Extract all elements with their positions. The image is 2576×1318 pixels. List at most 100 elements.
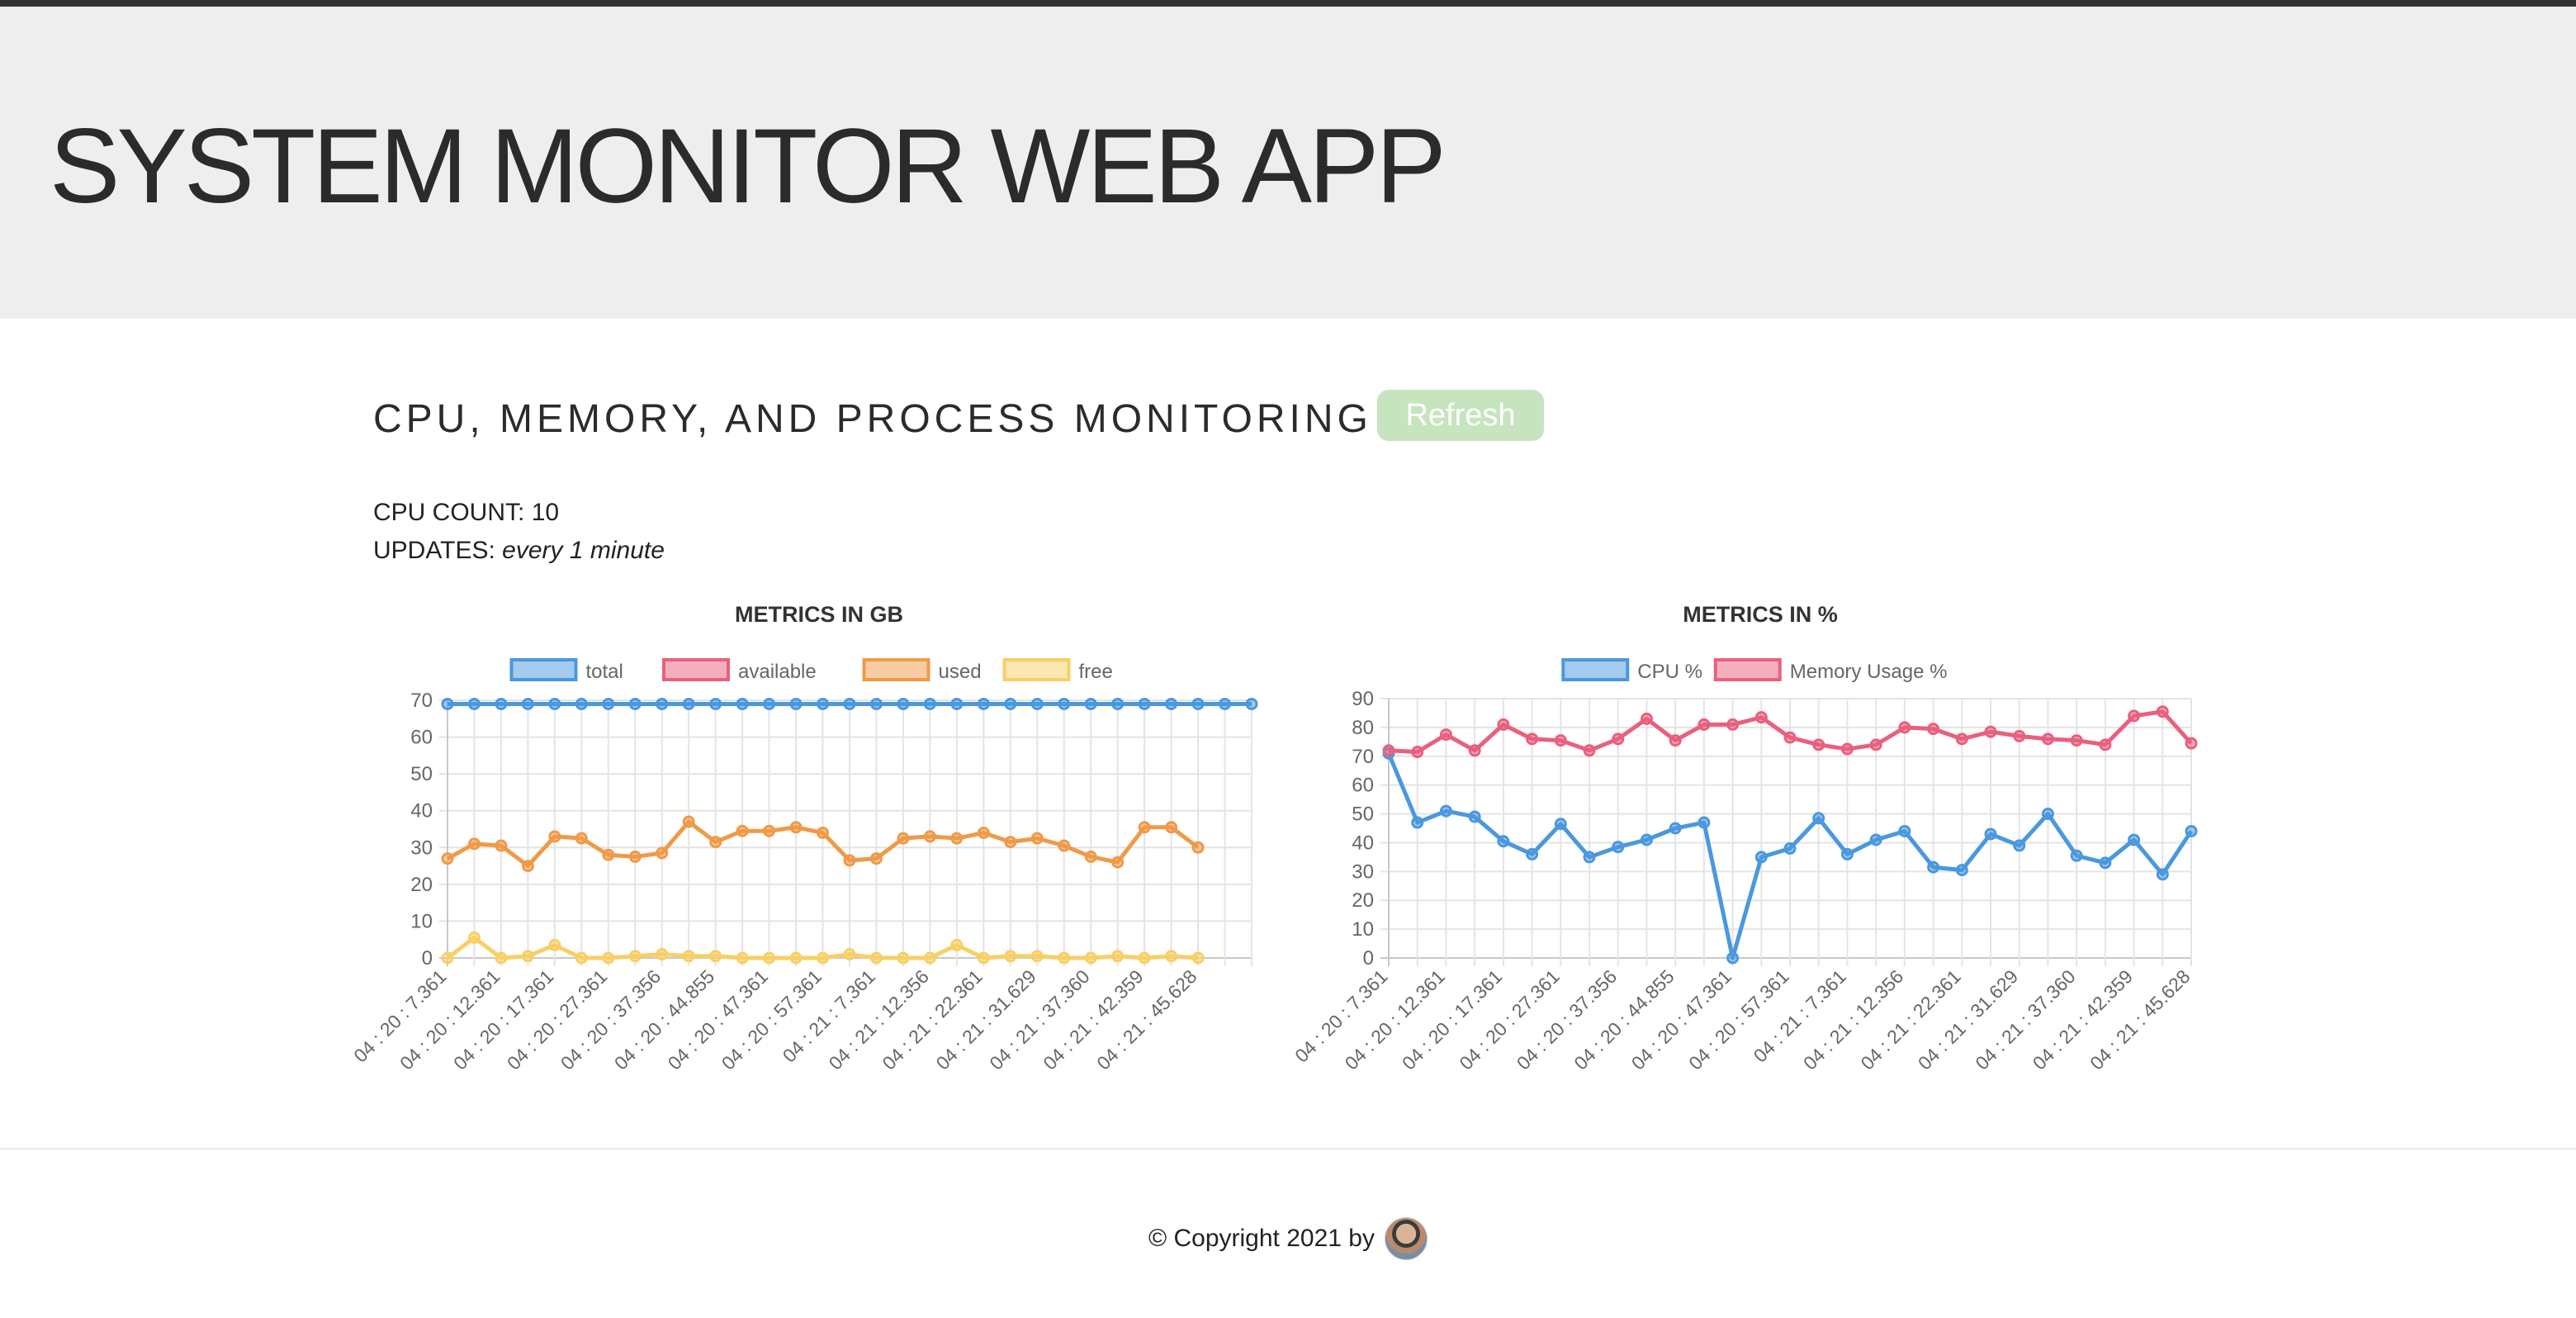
data-point — [1812, 738, 1825, 751]
y-tick-label: 10 — [1352, 918, 1374, 941]
data-point — [628, 850, 642, 863]
footer-divider — [0, 1148, 2576, 1150]
data-point — [950, 832, 964, 845]
data-point — [2156, 868, 2169, 881]
data-point — [2128, 833, 2141, 846]
data-point — [1612, 732, 1625, 746]
x-tick-label: 04 : 21 : 31.629 — [1914, 965, 2022, 1074]
data-point — [843, 854, 856, 867]
data-point — [1111, 856, 1125, 869]
data-point — [656, 948, 669, 961]
data-point — [1165, 821, 1178, 834]
legend-label: CPU % — [1637, 661, 1702, 683]
footer: © Copyright 2021 by — [0, 1214, 2576, 1263]
data-point — [709, 836, 722, 849]
data-point — [2070, 734, 2083, 747]
data-point — [521, 860, 534, 873]
data-point — [656, 846, 669, 860]
refresh-button[interactable]: Refresh — [1377, 390, 1544, 441]
data-point — [1783, 842, 1797, 855]
x-tick-label: 04 : 20 : 7.361 — [349, 965, 450, 1066]
x-tick-label: 04 : 20 : 57.361 — [717, 965, 826, 1074]
y-tick-label: 40 — [410, 800, 433, 823]
data-point — [1726, 951, 1740, 965]
avatar[interactable] — [1384, 1217, 1428, 1260]
data-point — [843, 948, 856, 961]
data-point — [1165, 950, 1178, 963]
data-point — [602, 951, 615, 965]
x-tick-label: 04 : 20 : 12.361 — [395, 965, 504, 1074]
data-point — [656, 697, 669, 710]
data-point — [1526, 847, 1539, 860]
data-point — [1497, 718, 1510, 731]
legend-label: Memory Usage % — [1790, 661, 1948, 683]
y-tick-label: 90 — [1352, 688, 1374, 710]
data-point — [2185, 737, 2198, 750]
data-point — [1030, 950, 1044, 963]
data-point — [521, 950, 534, 963]
series-line — [446, 935, 1199, 960]
y-tick-label: 30 — [1352, 860, 1374, 883]
data-point — [682, 950, 695, 963]
data-point — [1382, 744, 1395, 757]
legend-label: available — [738, 661, 817, 683]
x-tick-label: 04 : 20 : 57.361 — [1684, 965, 1792, 1074]
data-point — [1411, 746, 1424, 759]
data-point — [2156, 705, 2169, 718]
data-point — [628, 697, 642, 710]
data-point — [1439, 728, 1452, 742]
data-point — [602, 697, 615, 710]
data-point — [977, 951, 990, 965]
x-tick-label: 04 : 21 : 45.628 — [2086, 965, 2194, 1074]
legend-swatch — [662, 658, 730, 681]
data-point — [521, 697, 534, 710]
data-point — [923, 830, 936, 843]
data-point — [1927, 860, 1940, 874]
data-point — [1754, 851, 1768, 864]
legend-label: used — [939, 661, 982, 683]
data-point — [441, 852, 454, 865]
data-point — [1030, 832, 1044, 845]
legend-swatch — [509, 658, 578, 681]
legend-label: free — [1079, 661, 1113, 683]
data-point — [789, 951, 803, 965]
data-point — [495, 951, 508, 965]
data-point — [548, 938, 561, 951]
data-point — [843, 697, 856, 710]
data-point — [1004, 950, 1017, 963]
x-tick-label: 04 : 21 : 37.360 — [1971, 965, 2079, 1074]
data-point — [1138, 951, 1151, 965]
x-tick-label: 04 : 20 : 12.361 — [1341, 965, 1449, 1074]
y-tick-label: 20 — [1352, 889, 1374, 912]
data-point — [1726, 718, 1740, 731]
copyright-text: © Copyright 2021 by — [1148, 1225, 1375, 1252]
updates-value: every 1 minute — [502, 537, 665, 564]
data-point — [1468, 810, 1481, 823]
data-point — [869, 852, 883, 865]
data-point — [628, 950, 642, 963]
data-point — [1554, 734, 1567, 747]
y-tick-label: 70 — [410, 690, 433, 712]
data-point — [1669, 822, 1682, 835]
data-point — [1191, 951, 1205, 965]
y-tick-label: 70 — [1352, 746, 1374, 768]
data-point — [467, 837, 481, 851]
x-tick-label: 04 : 20 : 37.356 — [1513, 965, 1621, 1074]
y-tick-label: 10 — [410, 910, 433, 932]
x-tick-label: 04 : 21 : 7.361 — [779, 965, 879, 1066]
cpu-count-value: 10 — [531, 499, 560, 526]
series-line — [1386, 752, 2194, 960]
data-point — [1640, 712, 1653, 725]
data-point — [1191, 697, 1205, 710]
data-point — [1411, 816, 1424, 829]
data-point — [897, 697, 910, 710]
data-point — [1382, 747, 1395, 760]
x-tick-label: 04 : 21 : 37.360 — [985, 965, 1093, 1074]
data-point — [763, 697, 776, 710]
data-point — [1111, 697, 1125, 710]
data-point — [1165, 697, 1178, 710]
data-point — [1058, 697, 1071, 710]
legend-swatch — [1561, 658, 1630, 681]
data-point — [682, 815, 695, 828]
data-point — [817, 951, 830, 965]
